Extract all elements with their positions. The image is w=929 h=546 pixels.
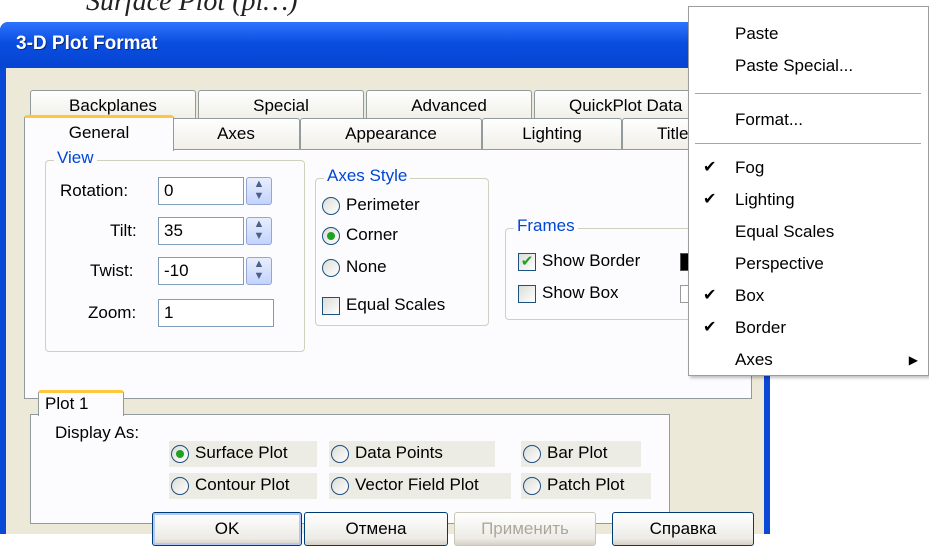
show-box-label: Show Box: [542, 283, 619, 302]
ok-button[interactable]: OK: [152, 512, 302, 546]
corner-label: Corner: [346, 225, 398, 244]
menu-item-label: Axes: [735, 350, 773, 369]
menu-item-axes[interactable]: Axes ▶: [689, 345, 928, 375]
tilt-input[interactable]: 35: [158, 217, 244, 245]
axes-style-group: Axes Style Perimeter Corner None Equal S…: [315, 166, 489, 326]
twist-input[interactable]: -10: [158, 257, 244, 285]
tilt-spinner[interactable]: ▲ ▼: [246, 217, 272, 245]
tab-lighting[interactable]: Lighting: [482, 118, 622, 150]
context-menu: Paste Paste Special... Format... ✔ Fog ✔…: [688, 6, 929, 376]
menu-item-lighting[interactable]: ✔ Lighting: [689, 185, 928, 215]
checkmark-icon: ✔: [703, 319, 717, 336]
perimeter-label: Perimeter: [346, 195, 420, 214]
patch-plot-radio[interactable]: [523, 477, 541, 495]
apply-button[interactable]: Применить: [454, 512, 596, 546]
tab-axes[interactable]: Axes: [172, 118, 300, 150]
corner-radio[interactable]: [322, 227, 340, 245]
zoom-label: Zoom:: [88, 303, 137, 322]
menu-item-label: Box: [735, 286, 765, 305]
menu-item-label: Equal Scales: [735, 222, 835, 241]
vector-field-plot-radio[interactable]: [331, 477, 349, 495]
background-document-text: Surface Plot (pi…): [86, 0, 298, 17]
menu-item-paste-special[interactable]: Paste Special...: [689, 51, 928, 81]
axes-style-legend: Axes Style: [324, 166, 411, 186]
menu-item-label: Paste: [735, 24, 779, 43]
bar-plot-label: Bar Plot: [547, 443, 608, 462]
surface-plot-label: Surface Plot: [195, 443, 288, 462]
view-group: View Rotation: 0 ▲ ▼ Tilt: 35 ▲ ▼ Twist: -…: [45, 148, 305, 352]
tilt-label: Tilt:: [110, 221, 137, 240]
help-button[interactable]: Справка: [612, 512, 754, 546]
menu-item-border[interactable]: ✔ Border: [689, 313, 928, 343]
checkmark-icon: ✔: [703, 287, 717, 304]
patch-plot-label: Patch Plot: [547, 475, 625, 494]
tab-advanced[interactable]: Advanced: [366, 90, 532, 120]
menu-item-format[interactable]: Format...: [689, 105, 928, 135]
bar-plot-radio[interactable]: [523, 445, 541, 463]
tab-plot-1[interactable]: Plot 1: [38, 390, 124, 416]
menu-separator: [695, 143, 921, 144]
dialog-titlebar[interactable]: 3-D Plot Format: [0, 22, 770, 68]
spin-up-icon: ▲: [253, 218, 265, 230]
show-border-label: Show Border: [542, 251, 641, 270]
contour-plot-radio[interactable]: [171, 477, 189, 495]
tab-appearance[interactable]: Appearance: [300, 118, 482, 150]
none-radio[interactable]: [322, 259, 340, 277]
menu-item-box[interactable]: ✔ Box: [689, 281, 928, 311]
frames-legend: Frames: [514, 216, 578, 236]
tab-special[interactable]: Special: [198, 90, 364, 120]
vector-field-plot-label: Vector Field Plot: [355, 475, 479, 494]
spin-down-icon: ▼: [253, 190, 265, 202]
menu-item-label: Fog: [735, 158, 765, 177]
spin-up-icon: ▲: [253, 178, 265, 190]
menu-item-label: Format...: [735, 110, 804, 129]
general-tab-panel: View Rotation: 0 ▲ ▼ Tilt: 35 ▲ ▼ Twist: -…: [24, 148, 752, 399]
spin-down-icon: ▼: [253, 230, 265, 242]
menu-separator: [695, 93, 921, 94]
data-points-label: Data Points: [355, 443, 443, 462]
plot-panel: Display As: Surface Plot Data Points Bar…: [30, 414, 670, 524]
tab-general[interactable]: General: [24, 115, 174, 151]
submenu-arrow-icon: ▶: [908, 353, 918, 367]
menu-item-label: Lighting: [735, 190, 795, 209]
contour-plot-label: Contour Plot: [195, 475, 290, 494]
rotation-spinner[interactable]: ▲ ▼: [246, 177, 272, 205]
menu-item-perspective[interactable]: Perspective: [689, 249, 928, 279]
twist-label: Twist:: [90, 261, 134, 280]
show-border-checkbox[interactable]: ✔: [518, 253, 536, 271]
cancel-button[interactable]: Отмена: [304, 512, 448, 546]
dialog-client-area: Backplanes Special Advanced QuickPlot Da…: [6, 68, 764, 546]
zoom-input[interactable]: 1: [158, 299, 274, 327]
data-points-radio[interactable]: [331, 445, 349, 463]
menu-item-paste[interactable]: Paste: [689, 19, 928, 49]
none-label: None: [346, 257, 387, 276]
checkmark-icon: ✔: [703, 159, 717, 176]
checkmark-icon: ✔: [703, 191, 717, 208]
surface-plot-radio[interactable]: [171, 445, 189, 463]
spin-down-icon: ▼: [253, 270, 265, 282]
show-box-checkbox[interactable]: [518, 285, 536, 303]
tab-row-front: General Axes Appearance Lighting Title: [24, 115, 744, 151]
plot-format-dialog: 3-D Plot Format Backplanes Special Advan…: [0, 22, 770, 546]
perimeter-radio[interactable]: [322, 197, 340, 215]
equal-scales-label: Equal Scales: [346, 295, 446, 314]
menu-item-equal-scales[interactable]: Equal Scales: [689, 217, 928, 247]
twist-spinner[interactable]: ▲ ▼: [246, 257, 272, 285]
menu-item-label: Border: [735, 318, 787, 337]
frames-group: Frames ✔ Show Border Show Box: [505, 216, 717, 320]
equal-scales-checkbox[interactable]: [322, 297, 340, 315]
spin-up-icon: ▲: [253, 258, 265, 270]
menu-item-label: Paste Special...: [735, 56, 854, 75]
rotation-input[interactable]: 0: [158, 177, 244, 205]
rotation-label: Rotation:: [60, 181, 129, 200]
view-legend: View: [54, 148, 97, 168]
dialog-title: 3-D Plot Format: [16, 33, 158, 54]
menu-item-label: Perspective: [735, 254, 824, 273]
display-as-label: Display As:: [55, 423, 140, 442]
menu-item-fog[interactable]: ✔ Fog: [689, 153, 928, 183]
